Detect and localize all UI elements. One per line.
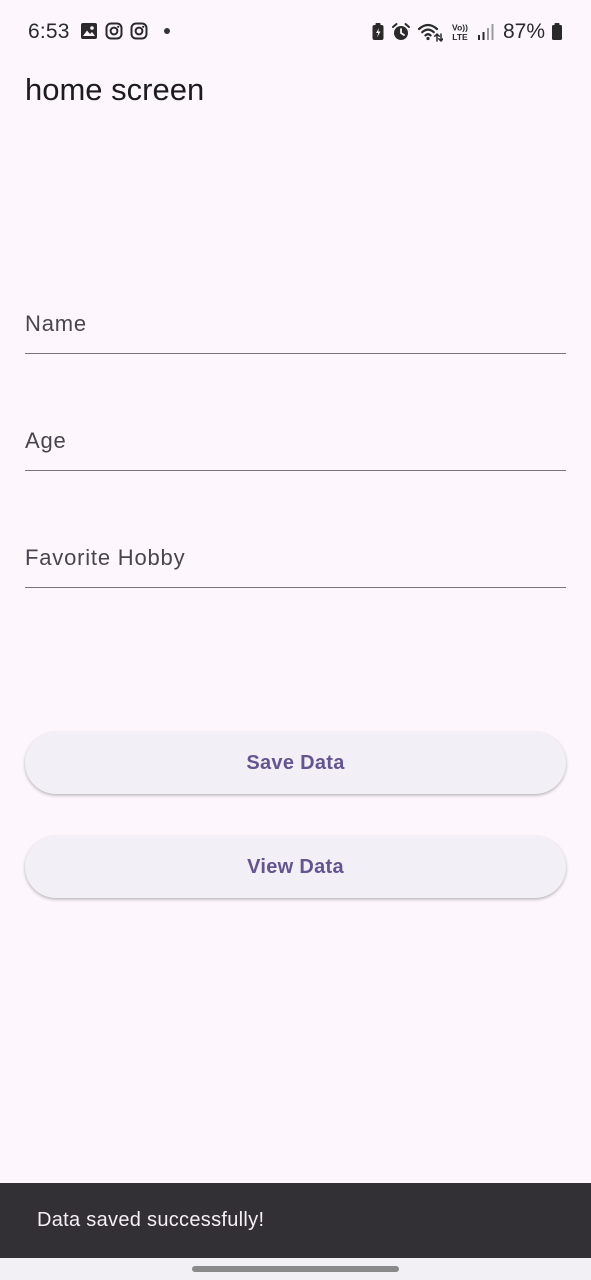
volte-icon: Vo)) LTE [449, 22, 471, 43]
favorite-hobby-field [25, 529, 566, 588]
volte-label-top: Vo)) [452, 23, 468, 33]
volte-label-bottom: LTE [452, 32, 468, 42]
snackbar-message: Data saved successfully! [37, 1209, 265, 1231]
instagram-icon [130, 22, 148, 40]
notification-dot-icon [164, 28, 170, 34]
view-data-button[interactable]: View Data [25, 836, 566, 898]
battery-icon [551, 22, 563, 42]
name-field [25, 295, 566, 354]
system-icons: Vo)) LTE 87% [371, 20, 563, 44]
name-input[interactable] [25, 295, 566, 353]
signal-icon [477, 22, 495, 42]
gesture-handle[interactable] [192, 1266, 399, 1272]
page-title: home screen [25, 72, 205, 107]
age-field [25, 412, 566, 471]
battery-saver-icon [371, 22, 385, 42]
status-time: 6:53 [28, 20, 70, 43]
wifi-icon [417, 22, 443, 42]
gallery-icon [80, 22, 98, 40]
age-input[interactable] [25, 412, 566, 470]
notification-icons [80, 22, 170, 40]
status-bar: 6:53 Vo)) LTE 87% [0, 0, 591, 64]
navigation-bar [0, 1258, 591, 1280]
snackbar: Data saved successfully! [0, 1183, 591, 1258]
save-data-button[interactable]: Save Data [25, 732, 566, 794]
alarm-icon [391, 22, 411, 42]
instagram-icon [105, 22, 123, 40]
favorite-hobby-input[interactable] [25, 529, 566, 587]
battery-percent: 87% [502, 20, 545, 43]
